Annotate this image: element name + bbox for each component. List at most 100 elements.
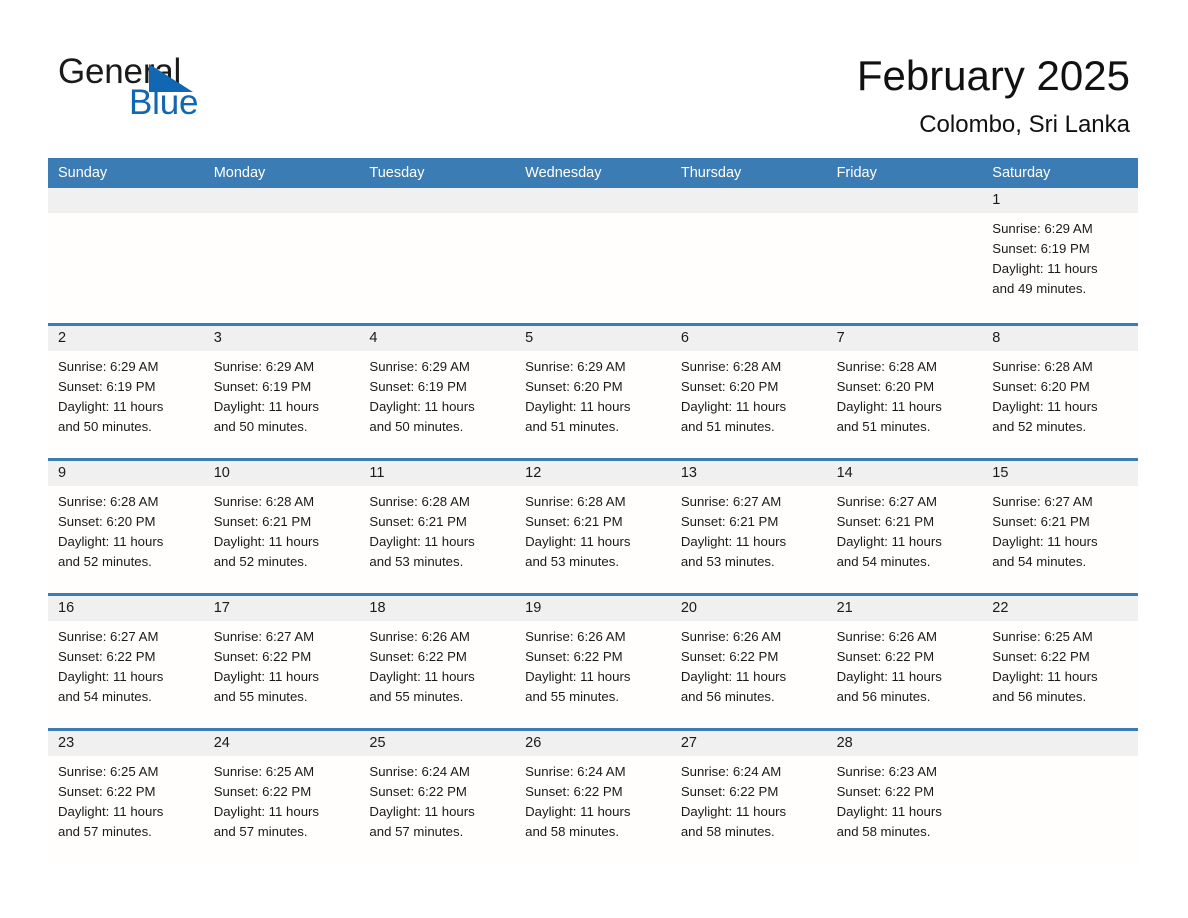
day-cell[interactable]: 27 Sunrise: 6:24 AM Sunset: 6:22 PM Dayligh… <box>670 731 827 863</box>
weekday-header-monday: Monday <box>213 165 266 181</box>
day-cell[interactable]: 16 Sunrise: 6:27 AM Sunset: 6:22 PM Dayligh… <box>48 596 204 728</box>
week-row: 2 Sunrise: 6:29 AM Sunset: 6:19 PM Daylight… <box>48 323 1138 458</box>
day-cell[interactable]: 19 Sunrise: 6:26 AM Sunset: 6:22 PM Dayligh… <box>515 596 671 728</box>
week-row: 1 Sunrise: 6:29 AM Sunset: 6:19 PM Daylight… <box>48 188 1138 323</box>
calendar-grid: Sunday Monday Tuesday Wednesday Thursday… <box>48 158 1138 863</box>
day-cell[interactable]: 28 Sunrise: 6:23 AM Sunset: 6:22 PM Dayligh… <box>826 731 983 863</box>
sunset-text: Sunset: 6:21 PM <box>369 514 467 529</box>
day-cell[interactable]: 26 Sunrise: 6:24 AM Sunset: 6:22 PM Dayligh… <box>515 731 671 863</box>
day-number <box>359 188 516 213</box>
sunrise-text: Sunrise: 6:24 AM <box>369 764 470 779</box>
daylight-text-line2: and 52 minutes. <box>213 554 308 569</box>
day-cell[interactable]: 23 Sunrise: 6:25 AM Sunset: 6:22 PM Dayligh… <box>48 731 204 863</box>
day-details: Sunrise: 6:28 AM Sunset: 6:20 PM Daylight:… <box>671 351 827 437</box>
day-cell-empty <box>826 188 983 323</box>
day-cell[interactable]: 1 Sunrise: 6:29 AM Sunset: 6:19 PM Daylight… <box>982 188 1138 323</box>
day-number: 22 <box>982 596 1138 621</box>
daylight-text-line2: and 53 minutes. <box>369 554 464 569</box>
day-details: Sunrise: 6:28 AM Sunset: 6:21 PM Daylight:… <box>359 486 515 572</box>
day-details: Sunrise: 6:28 AM Sunset: 6:21 PM Daylight:… <box>515 486 671 572</box>
day-details: Sunrise: 6:29 AM Sunset: 6:19 PM Daylight:… <box>48 351 204 437</box>
daylight-text-line1: Daylight: 11 hours <box>680 804 787 819</box>
day-number: 8 <box>982 326 1138 351</box>
daylight-text-line1: Daylight: 11 hours <box>525 399 631 414</box>
sunrise-text: Sunrise: 6:28 AM <box>525 494 626 509</box>
day-cell[interactable]: 8 Sunrise: 6:28 AM Sunset: 6:20 PM Daylight… <box>982 326 1138 458</box>
day-cell[interactable]: 6 Sunrise: 6:28 AM Sunset: 6:20 PM Daylight… <box>670 326 827 458</box>
day-cell[interactable]: 3 Sunrise: 6:29 AM Sunset: 6:19 PM Daylight… <box>203 326 360 458</box>
daylight-text-line1: Daylight: 11 hours <box>525 534 631 549</box>
day-cell[interactable]: 25 Sunrise: 6:24 AM Sunset: 6:22 PM Dayligh… <box>359 731 516 863</box>
sunset-text: Sunset: 6:22 PM <box>680 784 779 799</box>
day-details: Sunrise: 6:26 AM Sunset: 6:22 PM Daylight:… <box>671 621 827 707</box>
sunset-text: Sunset: 6:22 PM <box>58 784 156 799</box>
daylight-text-line1: Daylight: 11 hours <box>213 399 320 414</box>
day-cell[interactable]: 22 Sunrise: 6:25 AM Sunset: 6:22 PM Dayligh… <box>982 596 1138 728</box>
day-number: 24 <box>203 731 360 756</box>
daylight-text-line2: and 50 minutes. <box>369 419 464 434</box>
day-number: 14 <box>826 461 983 486</box>
day-cell[interactable]: 5 Sunrise: 6:29 AM Sunset: 6:20 PM Daylight… <box>515 326 671 458</box>
sunset-text: Sunset: 6:21 PM <box>836 514 935 529</box>
day-number: 17 <box>203 596 360 621</box>
day-cell[interactable]: 20 Sunrise: 6:26 AM Sunset: 6:22 PM Dayligh… <box>670 596 827 728</box>
weekday-header-saturday: Saturday <box>992 165 1051 181</box>
day-number: 16 <box>48 596 204 621</box>
day-cell[interactable]: 10 Sunrise: 6:28 AM Sunset: 6:21 PM Dayligh… <box>203 461 360 593</box>
day-number: 20 <box>670 596 827 621</box>
generalblue-logo[interactable]: General Blue <box>58 52 288 124</box>
title-block: February 2025 Colombo, Sri Lanka <box>857 50 1130 142</box>
sunset-text: Sunset: 6:20 PM <box>992 379 1090 394</box>
day-number: 21 <box>826 596 983 621</box>
day-number: 4 <box>359 326 516 351</box>
sunrise-text: Sunrise: 6:28 AM <box>58 494 159 509</box>
daylight-text-line1: Daylight: 11 hours <box>992 669 1098 684</box>
sunset-text: Sunset: 6:21 PM <box>213 514 312 529</box>
daylight-text-line1: Daylight: 11 hours <box>680 534 787 549</box>
day-cell[interactable]: 17 Sunrise: 6:27 AM Sunset: 6:22 PM Dayligh… <box>203 596 360 728</box>
sunrise-text: Sunrise: 6:28 AM <box>680 359 782 374</box>
sunset-text: Sunset: 6:20 PM <box>680 379 779 394</box>
daylight-text-line1: Daylight: 11 hours <box>525 804 631 819</box>
day-number: 5 <box>515 326 671 351</box>
day-cell[interactable]: 4 Sunrise: 6:29 AM Sunset: 6:19 PM Daylight… <box>359 326 516 458</box>
daylight-text-line2: and 53 minutes. <box>680 554 775 569</box>
sunrise-text: Sunrise: 6:23 AM <box>836 764 937 779</box>
day-cell[interactable]: 14 Sunrise: 6:27 AM Sunset: 6:21 PM Dayligh… <box>826 461 983 593</box>
day-number: 6 <box>670 326 827 351</box>
daylight-text-line1: Daylight: 11 hours <box>992 534 1098 549</box>
daylight-text-line2: and 55 minutes. <box>525 689 619 704</box>
day-details: Sunrise: 6:24 AM Sunset: 6:22 PM Daylight:… <box>359 756 515 842</box>
day-cell[interactable]: 11 Sunrise: 6:28 AM Sunset: 6:21 PM Dayligh… <box>359 461 516 593</box>
day-cell[interactable]: 18 Sunrise: 6:26 AM Sunset: 6:22 PM Dayligh… <box>359 596 516 728</box>
day-number: 12 <box>515 461 671 486</box>
sunrise-text: Sunrise: 6:24 AM <box>525 764 626 779</box>
sunrise-text: Sunrise: 6:27 AM <box>680 494 782 509</box>
day-details: Sunrise: 6:27 AM Sunset: 6:21 PM Daylight:… <box>982 486 1138 572</box>
day-number: 11 <box>359 461 516 486</box>
day-cell[interactable]: 2 Sunrise: 6:29 AM Sunset: 6:19 PM Daylight… <box>48 326 204 458</box>
day-details: Sunrise: 6:23 AM Sunset: 6:22 PM Daylight:… <box>827 756 983 842</box>
day-number <box>48 188 204 213</box>
day-cell[interactable]: 12 Sunrise: 6:28 AM Sunset: 6:21 PM Dayligh… <box>515 461 671 593</box>
sunrise-text: Sunrise: 6:28 AM <box>992 359 1093 374</box>
day-cell[interactable]: 15 Sunrise: 6:27 AM Sunset: 6:21 PM Dayligh… <box>982 461 1138 593</box>
day-cell[interactable]: 9 Sunrise: 6:28 AM Sunset: 6:20 PM Daylight… <box>48 461 204 593</box>
daylight-text-line1: Daylight: 11 hours <box>213 804 320 819</box>
daylight-text-line2: and 55 minutes. <box>213 689 308 704</box>
day-details: Sunrise: 6:26 AM Sunset: 6:22 PM Daylight:… <box>359 621 515 707</box>
week-row: 9 Sunrise: 6:28 AM Sunset: 6:20 PM Daylight… <box>48 458 1138 593</box>
daylight-text-line2: and 51 minutes. <box>836 419 931 434</box>
day-cell[interactable]: 21 Sunrise: 6:26 AM Sunset: 6:22 PM Dayligh… <box>826 596 983 728</box>
day-cell[interactable]: 7 Sunrise: 6:28 AM Sunset: 6:20 PM Daylight… <box>826 326 983 458</box>
day-cell[interactable]: 13 Sunrise: 6:27 AM Sunset: 6:21 PM Dayligh… <box>670 461 827 593</box>
weekday-header-sunday: Sunday <box>58 165 108 181</box>
day-details: Sunrise: 6:26 AM Sunset: 6:22 PM Daylight:… <box>515 621 671 707</box>
day-cell[interactable]: 24 Sunrise: 6:25 AM Sunset: 6:22 PM Dayligh… <box>203 731 360 863</box>
day-number: 13 <box>670 461 827 486</box>
sunset-text: Sunset: 6:20 PM <box>525 379 623 394</box>
daylight-text-line1: Daylight: 11 hours <box>680 399 787 414</box>
daylight-text-line2: and 58 minutes. <box>680 824 775 839</box>
daylight-text-line1: Daylight: 11 hours <box>836 669 942 684</box>
daylight-text-line2: and 52 minutes. <box>58 554 152 569</box>
